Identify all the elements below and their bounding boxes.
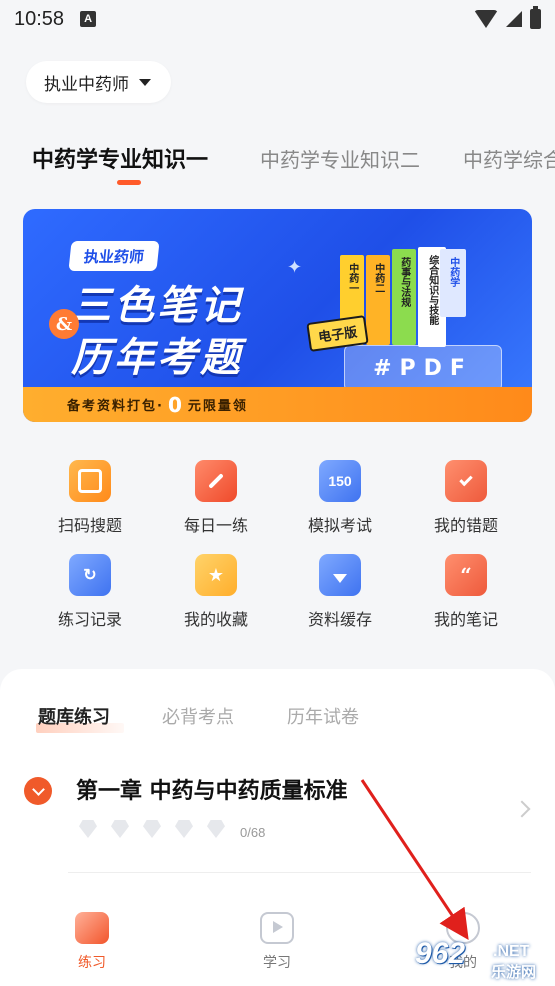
nav-practice[interactable]: 练习 xyxy=(47,912,137,972)
scan-search-button[interactable]: 扫码搜题 xyxy=(26,460,154,536)
chevron-down-icon[interactable] xyxy=(24,777,52,805)
function-label: 每日一练 xyxy=(183,516,248,535)
tab-question-bank[interactable]: 题库练习 xyxy=(38,703,110,729)
book-spine-label: 综合知识与技能 xyxy=(426,255,438,325)
status-bar: 10:58 A xyxy=(0,0,555,38)
status-icons xyxy=(474,6,541,29)
mock-exam-button[interactable]: 150 模拟考试 xyxy=(276,460,404,536)
function-label: 练习记录 xyxy=(57,610,122,629)
status-time: 10:58 xyxy=(14,7,65,30)
dropdown-caret-icon xyxy=(139,78,151,86)
book-stack-illustration: 中药一 中药二 药事与法规 综合知识与技能 中药学 #PDF xyxy=(340,247,510,391)
banner-title-line1: 三色笔记 xyxy=(71,283,243,329)
exam-150-text: 150 xyxy=(328,473,352,489)
watermark-net: .NET xyxy=(493,943,530,960)
battery-icon xyxy=(530,6,541,29)
nav-label: 学习 xyxy=(263,955,291,971)
favorites-icon: ★ xyxy=(195,554,237,596)
banner-footer-text: 备考资料打包· xyxy=(67,399,164,414)
book-spine: 中药学 xyxy=(440,249,466,317)
diamond-icon xyxy=(108,819,132,839)
active-tab-indicator xyxy=(117,180,141,185)
book-spine: 中药二 xyxy=(366,255,390,345)
my-notes-button[interactable]: “ 我的笔记 xyxy=(402,554,530,630)
tab-past-papers[interactable]: 历年试卷 xyxy=(287,703,359,729)
tab-subject-3[interactable]: 中药学综合 xyxy=(463,144,555,173)
pencil-icon xyxy=(195,460,237,502)
subject-tabs: 中药学专业知识一 中药学专业知识二 中药学综合 xyxy=(0,136,555,188)
promo-banner[interactable]: 执业药师 ✦ 三色笔记 & 历年考题 中药一 中药二 药事与法规 综合知识与技能… xyxy=(23,209,532,422)
scan-icon xyxy=(69,460,111,502)
function-label: 资料缓存 xyxy=(307,610,372,629)
exam-type-label: 执业中药师 xyxy=(44,74,129,95)
book-spine-label: 中药学 xyxy=(447,257,459,287)
watermark-number: 962 xyxy=(415,937,466,970)
diamond-icon xyxy=(172,819,196,839)
tab-key-points[interactable]: 必背考点 xyxy=(162,703,234,729)
function-label: 扫码搜题 xyxy=(57,516,122,535)
banner-footer: 备考资料打包· 0 元限量领 xyxy=(23,387,532,422)
divider xyxy=(68,872,531,873)
chevron-right-icon[interactable] xyxy=(513,800,531,818)
function-label: 我的收藏 xyxy=(183,610,248,629)
book-spine-label: 中药一 xyxy=(346,263,358,293)
book-spine: 药事与法规 xyxy=(392,249,416,345)
mastery-diamonds xyxy=(76,819,228,839)
practice-record-icon: ↻ xyxy=(69,554,111,596)
wrong-questions-button[interactable]: 我的错题 xyxy=(402,460,530,536)
material-cache-button[interactable]: 资料缓存 xyxy=(276,554,404,630)
download-cache-icon xyxy=(319,554,361,596)
chapter-title: 第一章 中药与中药质量标准 xyxy=(76,779,348,804)
banner-badge: 执业药师 xyxy=(68,241,160,271)
book-spine-label: 药事与法规 xyxy=(398,257,410,307)
function-label: 模拟考试 xyxy=(307,516,372,535)
input-method-icon: A xyxy=(80,11,97,27)
diamond-icon xyxy=(140,819,164,839)
banner-title-line2: 历年考题 xyxy=(71,335,243,381)
nav-label: 练习 xyxy=(78,955,106,971)
chapter-row[interactable]: 第一章 中药与中药质量标准 0/68 xyxy=(0,767,555,847)
practice-icon xyxy=(75,912,109,944)
favorites-button[interactable]: ★ 我的收藏 xyxy=(152,554,280,630)
cell-signal-icon xyxy=(506,11,522,27)
daily-practice-button[interactable]: 每日一练 xyxy=(152,460,280,536)
play-icon xyxy=(260,912,294,944)
site-watermark: 962 .NET 乐游网 xyxy=(415,937,555,986)
function-label: 我的错题 xyxy=(433,516,498,535)
exam-type-selector[interactable]: 执业中药师 xyxy=(26,61,171,103)
wifi-icon xyxy=(474,10,498,28)
pdf-label: #PDF xyxy=(344,345,502,391)
watermark-cn: 乐游网 xyxy=(491,963,537,981)
diamond-icon xyxy=(76,819,100,839)
exam-150-icon: 150 xyxy=(319,460,361,502)
practice-record-button[interactable]: ↻ 练习记录 xyxy=(26,554,154,630)
tab-subject-1[interactable]: 中药学专业知识一 xyxy=(32,142,208,174)
wrong-questions-icon xyxy=(445,460,487,502)
function-label: 我的笔记 xyxy=(433,610,498,629)
chapter-progress: 0/68 xyxy=(240,825,266,840)
notes-icon: “ xyxy=(445,554,487,596)
nav-study[interactable]: 学习 xyxy=(232,912,322,972)
diamond-icon xyxy=(204,819,228,839)
book-spine-label: 中药二 xyxy=(372,263,384,293)
tab-subject-2[interactable]: 中药学专业知识二 xyxy=(260,144,420,173)
banner-footer-zero: 0 xyxy=(167,392,184,417)
banner-footer-text-end: 元限量领 xyxy=(187,399,248,414)
sparkle-icon: ✦ xyxy=(287,257,303,278)
